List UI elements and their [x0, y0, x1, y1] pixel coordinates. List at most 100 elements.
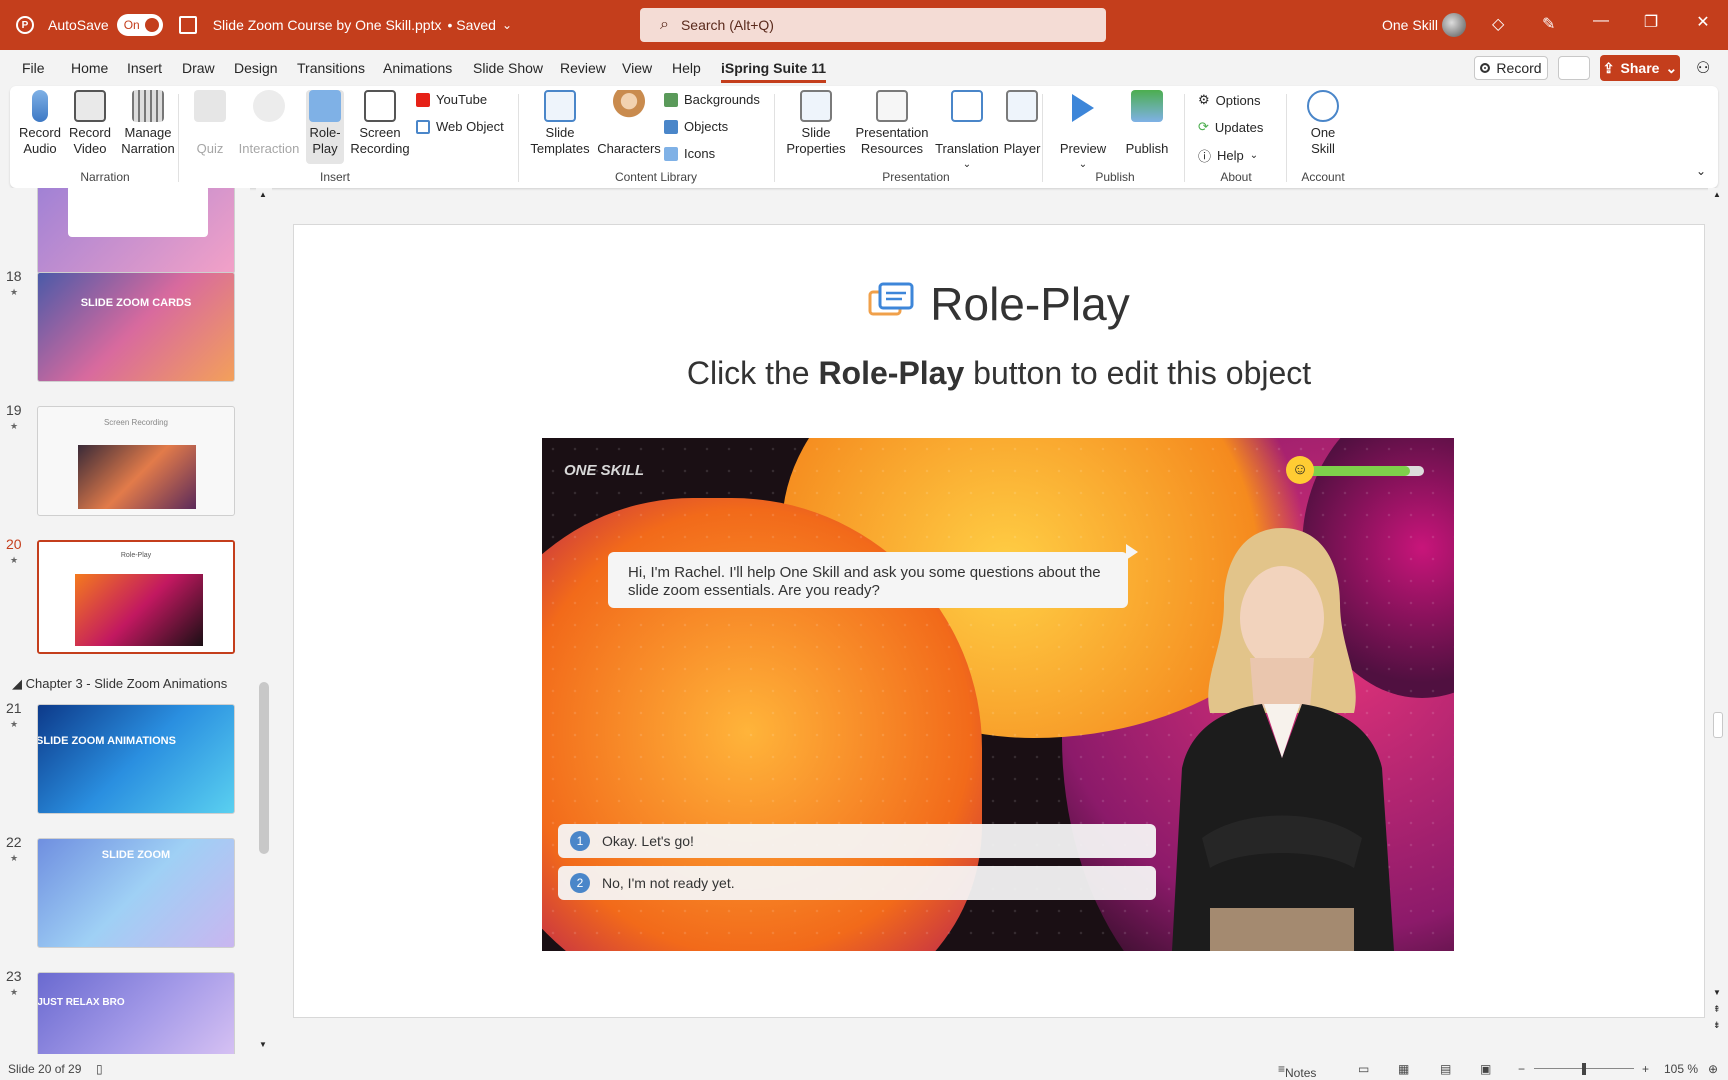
thumbnail-title: SLIDE ZOOM: [101, 849, 171, 861]
scroll-up-icon[interactable]: ▲: [259, 190, 267, 199]
close-button[interactable]: ✕: [1688, 12, 1718, 32]
avatar[interactable]: [1442, 13, 1466, 37]
tab-review[interactable]: Review: [560, 60, 606, 76]
options-button[interactable]: ⚙ Options: [1198, 92, 1260, 108]
updates-button[interactable]: ⟳ Updates: [1198, 119, 1263, 135]
manage-narration-label: Manage Narration: [121, 125, 175, 156]
slide-scrollbar[interactable]: ▲ ▼ ⇞ ⇟: [1708, 188, 1728, 1054]
zoom-level[interactable]: 105 %: [1664, 1062, 1698, 1076]
answer-option[interactable]: 2 No, I'm not ready yet.: [558, 866, 1156, 900]
slideshow-icon[interactable]: ▣: [1480, 1062, 1491, 1076]
search-input[interactable]: ⌕ Search (Alt+Q): [640, 8, 1106, 42]
tab-help[interactable]: Help: [672, 60, 701, 76]
tab-design[interactable]: Design: [234, 60, 278, 76]
restore-button[interactable]: ❐: [1636, 12, 1666, 32]
brand-logo: ONE SKILL: [564, 463, 644, 478]
record-audio-button[interactable]: Record Audio: [18, 90, 62, 157]
help-button[interactable]: ⓘ Help ⌄: [1198, 146, 1258, 165]
slide-thumbnails-panel: 18 ★ SLIDE ZOOM CARDS 19 ★ Screen Record…: [0, 188, 250, 1054]
translation-button[interactable]: Translation ⌄: [934, 90, 1000, 173]
slide-thumbnail-19[interactable]: Screen Recording: [37, 406, 235, 516]
backgrounds-label: Backgrounds: [684, 92, 760, 107]
player-icon: [1006, 90, 1038, 122]
publish-button[interactable]: Publish: [1120, 90, 1174, 157]
zoom-out-icon[interactable]: −: [1518, 1062, 1525, 1076]
section-label[interactable]: ◢ Chapter 3 - Slide Zoom Animations: [12, 676, 227, 692]
scroll-down-icon[interactable]: ▼: [259, 1040, 267, 1049]
scrollbar-thumb[interactable]: [1713, 712, 1723, 738]
slide-thumbnail-17[interactable]: [37, 188, 235, 274]
icons-button[interactable]: Icons: [664, 146, 715, 161]
normal-view-icon[interactable]: ▭: [1358, 1062, 1369, 1076]
web-object-button[interactable]: Web Object: [416, 119, 504, 134]
minimize-button[interactable]: —: [1586, 12, 1616, 30]
slide-properties-button[interactable]: Slide Properties: [784, 90, 848, 157]
characters-button[interactable]: Characters: [594, 90, 664, 157]
scroll-down-icon[interactable]: ▼: [1713, 988, 1721, 997]
account-button[interactable]: One Skill: [1298, 90, 1348, 157]
thumbnail-title: SLIDE ZOOM CARDS: [80, 297, 192, 309]
save-icon[interactable]: [178, 16, 197, 34]
tab-insert[interactable]: Insert: [127, 60, 162, 76]
scrollbar-thumb[interactable]: [259, 682, 269, 854]
subtitle-text: Click the: [686, 355, 819, 391]
thumbnails-scrollbar[interactable]: ▲ ▼: [256, 188, 272, 1054]
powerpoint-logo-icon: P: [16, 16, 34, 34]
interaction-button[interactable]: Interaction: [234, 90, 304, 157]
scroll-up-icon[interactable]: ▲: [1713, 190, 1721, 199]
tab-slide-show[interactable]: Slide Show: [473, 60, 543, 76]
presentation-resources-button[interactable]: Presentation Resources: [850, 90, 934, 157]
dialogue-text: Hi, I'm Rachel. I'll help One Skill and …: [628, 564, 1101, 599]
tab-transitions[interactable]: Transitions: [297, 60, 365, 76]
objects-button[interactable]: Objects: [664, 119, 728, 134]
manage-narration-button[interactable]: Manage Narration: [116, 90, 180, 157]
coauthor-icon[interactable]: ⚇: [1696, 58, 1710, 78]
collapse-ribbon-icon[interactable]: ⌄: [1696, 164, 1706, 178]
accessibility-icon[interactable]: ▯: [96, 1062, 103, 1076]
camera-icon: [74, 90, 106, 122]
objects-label: Objects: [684, 119, 729, 134]
answer-option[interactable]: 1 Okay. Let's go!: [558, 824, 1156, 858]
next-slide-icon[interactable]: ⇟: [1713, 1020, 1721, 1031]
tab-ispring[interactable]: iSpring Suite 11: [721, 60, 827, 83]
player-button[interactable]: Player: [998, 90, 1046, 157]
answer-number: 2: [570, 873, 590, 893]
pen-icon[interactable]: ✎: [1542, 14, 1555, 34]
backgrounds-button[interactable]: Backgrounds: [664, 92, 760, 107]
youtube-button[interactable]: YouTube: [416, 92, 487, 107]
zoom-in-icon[interactable]: +: [1642, 1062, 1649, 1076]
tab-file[interactable]: File: [22, 60, 45, 76]
slide-canvas[interactable]: Role-Play Click the Role-Play button to …: [294, 225, 1704, 1017]
zoom-slider-thumb[interactable]: [1582, 1063, 1586, 1075]
tab-view[interactable]: View: [622, 60, 652, 76]
reading-view-icon[interactable]: ▤: [1440, 1062, 1451, 1076]
slide-sorter-icon[interactable]: ▦: [1398, 1062, 1409, 1076]
slide-thumbnail-18[interactable]: SLIDE ZOOM CARDS: [37, 272, 235, 382]
role-play-button[interactable]: Role- Play: [306, 90, 344, 164]
tab-home[interactable]: Home: [71, 60, 108, 76]
document-title[interactable]: Slide Zoom Course by One Skill.pptx: [213, 17, 442, 33]
notes-button[interactable]: ≡ Notes: [1278, 1062, 1316, 1080]
preview-button[interactable]: Preview ⌄: [1056, 90, 1110, 173]
quiz-button[interactable]: Quiz: [188, 90, 232, 157]
screen-recording-button[interactable]: Screen Recording: [348, 90, 412, 157]
share-button[interactable]: ⇪ Share ⌄: [1600, 55, 1680, 81]
previous-slide-icon[interactable]: ⇞: [1713, 1004, 1721, 1015]
role-play-scene[interactable]: ONE SKILL ☺ Hi, I'm Rachel. I'll help On…: [542, 438, 1454, 951]
record-video-button[interactable]: Record Video: [68, 90, 112, 157]
autosave-toggle[interactable]: On: [116, 14, 163, 36]
tab-draw[interactable]: Draw: [182, 60, 215, 76]
slide-thumbnail-20[interactable]: Role-Play: [37, 540, 235, 654]
record-button[interactable]: Record: [1474, 56, 1548, 80]
slide-thumbnail-23[interactable]: JUST RELAX BRO: [37, 972, 235, 1054]
slide-thumbnail-21[interactable]: SLIDE ZOOM ANIMATIONS: [37, 704, 235, 814]
comment-button[interactable]: [1558, 56, 1590, 80]
user-name[interactable]: One Skill: [1382, 17, 1438, 33]
role-play-icon: [868, 282, 914, 316]
diamond-icon[interactable]: ◇: [1492, 14, 1504, 34]
tab-animations[interactable]: Animations: [383, 60, 452, 76]
slide-thumbnail-22[interactable]: SLIDE ZOOM: [37, 838, 235, 948]
chevron-down-icon[interactable]: ⌄: [502, 18, 512, 32]
slide-templates-button[interactable]: Slide Templates: [528, 90, 592, 157]
fit-slide-icon[interactable]: ⊕: [1708, 1062, 1718, 1076]
